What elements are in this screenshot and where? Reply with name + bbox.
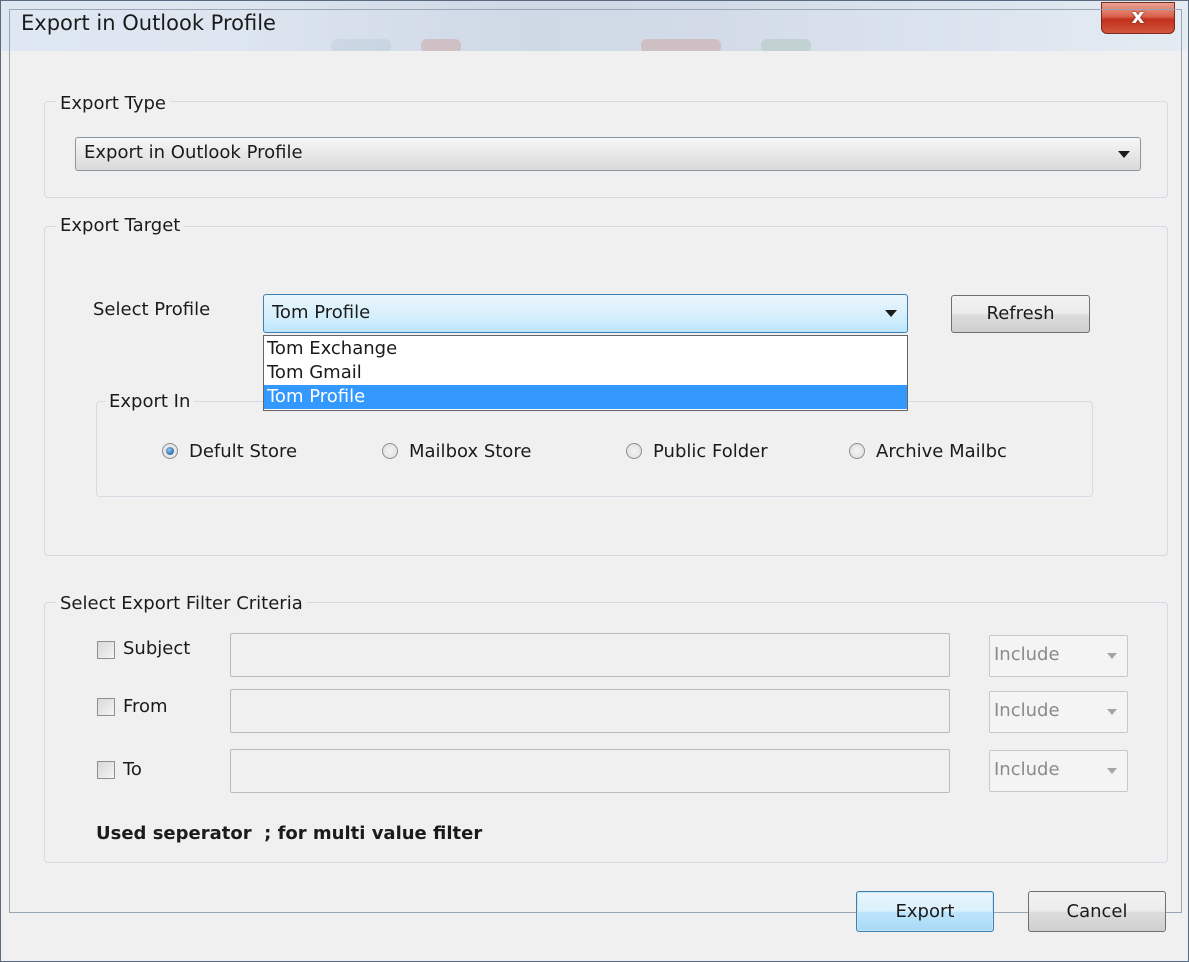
from-input[interactable] [230, 689, 950, 733]
radio-archive-mailbox[interactable] [849, 443, 865, 459]
close-icon: x [1131, 4, 1145, 28]
chevron-down-icon [1107, 653, 1117, 659]
profile-select[interactable]: Tom Profile [263, 294, 908, 333]
separator-note: Used seperator ; for multi value filter [96, 823, 483, 844]
radio-label-public-folder[interactable]: Public Folder [653, 441, 768, 462]
to-mode-select[interactable]: Include [989, 750, 1128, 792]
from-mode-select[interactable]: Include [989, 691, 1128, 733]
subject-mode-select[interactable]: Include [989, 635, 1128, 677]
close-button[interactable]: x [1101, 2, 1175, 34]
to-checkbox[interactable] [97, 761, 115, 779]
radio-public-folder[interactable] [626, 443, 642, 459]
subject-label: Subject [123, 638, 191, 659]
profile-option-tom-exchange[interactable]: Tom Exchange [264, 337, 907, 361]
subject-input[interactable] [230, 633, 950, 677]
refresh-button[interactable]: Refresh [951, 295, 1090, 333]
radio-defult-store[interactable] [162, 443, 178, 459]
from-label: From [123, 696, 168, 717]
subject-checkbox[interactable] [97, 641, 115, 659]
export-target-legend: Export Target [56, 215, 185, 236]
export-in-legend: Export In [105, 391, 195, 412]
profile-option-tom-gmail[interactable]: Tom Gmail [264, 361, 907, 385]
chevron-down-icon [1118, 151, 1130, 158]
window-title: Export in Outlook Profile [21, 11, 276, 35]
cancel-button[interactable]: Cancel [1028, 891, 1166, 932]
to-input[interactable] [230, 749, 950, 793]
filter-legend: Select Export Filter Criteria [56, 593, 307, 614]
radio-label-archive-mailbox[interactable]: Archive Mailbc [876, 441, 1007, 462]
profile-dropdown-list: Tom Exchange Tom Gmail Tom Profile [263, 335, 908, 411]
export-type-value: Export in Outlook Profile [84, 142, 303, 163]
chevron-down-icon [1107, 768, 1117, 774]
radio-mailbox-store[interactable] [382, 443, 398, 459]
from-mode-value: Include [994, 700, 1060, 721]
profile-option-tom-profile[interactable]: Tom Profile [264, 385, 907, 409]
chevron-down-icon [1107, 709, 1117, 715]
radio-label-defult-store[interactable]: Defult Store [189, 441, 297, 462]
from-checkbox[interactable] [97, 698, 115, 716]
to-label: To [123, 759, 142, 780]
export-type-select[interactable]: Export in Outlook Profile [75, 137, 1141, 171]
radio-label-mailbox-store[interactable]: Mailbox Store [409, 441, 531, 462]
title-bar[interactable]: Export in Outlook Profile x [1, 1, 1188, 53]
subject-mode-value: Include [994, 644, 1060, 665]
export-dialog: Export in Outlook Profile x Export Type … [0, 0, 1189, 962]
profile-value: Tom Profile [272, 302, 371, 323]
chevron-down-icon [885, 310, 897, 317]
export-button[interactable]: Export [856, 891, 994, 932]
select-profile-label: Select Profile [93, 299, 211, 320]
export-type-legend: Export Type [56, 93, 170, 114]
to-mode-value: Include [994, 759, 1060, 780]
